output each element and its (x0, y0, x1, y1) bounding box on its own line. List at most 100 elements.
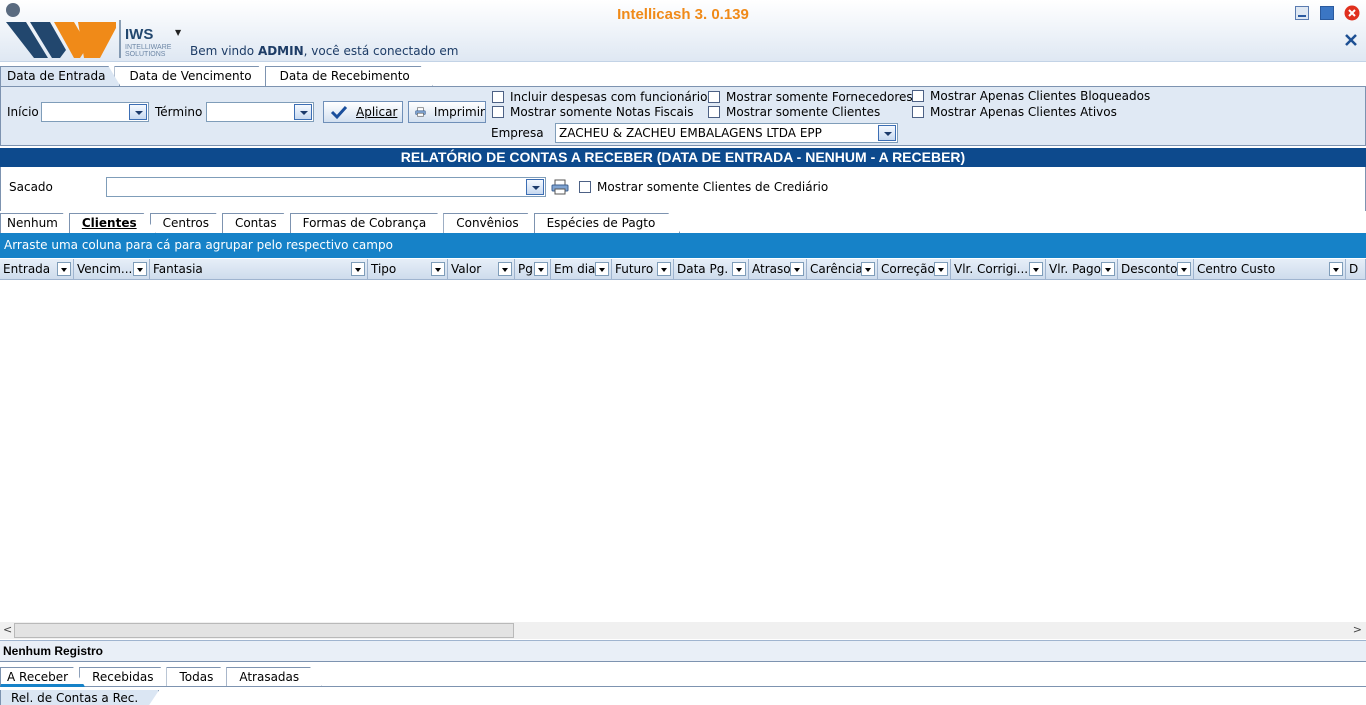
filter-panel: Início Término Aplicar Imprimir Incluir … (0, 86, 1366, 146)
minimize-icon[interactable] (1295, 6, 1309, 20)
column-header[interactable]: Entrada (0, 259, 74, 279)
column-header-label: Vencim... (77, 262, 133, 276)
horizontal-scrollbar[interactable]: < > (0, 622, 1366, 639)
column-header[interactable]: Carência (807, 259, 878, 279)
tab-clientes[interactable]: Clientes (69, 213, 156, 233)
filter-dropdown-icon[interactable] (431, 262, 445, 276)
tab-contas[interactable]: Contas (222, 213, 296, 233)
filter-dropdown-icon[interactable] (934, 262, 948, 276)
report-title: RELATÓRIO DE CONTAS A RECEBER (DATA DE E… (0, 148, 1366, 167)
group-by-panel[interactable]: Arraste uma coluna para cá para agrupar … (0, 233, 1366, 258)
column-header-label: Fantasia (153, 262, 203, 276)
chevron-right-icon[interactable]: > (1353, 623, 1362, 636)
filter-dropdown-icon[interactable] (790, 262, 804, 276)
chevron-down-icon[interactable] (878, 125, 896, 141)
status-tabs: A Receber Recebidas Todas Atrasadas (0, 665, 316, 687)
filter-dropdown-icon[interactable] (657, 262, 671, 276)
filter-dropdown-icon[interactable] (57, 262, 71, 276)
column-header[interactable]: Futuro (612, 259, 674, 279)
filter-dropdown-icon[interactable] (1177, 262, 1191, 276)
clientes-crediario-checkbox[interactable]: Mostrar somente Clientes de Crediário (579, 180, 828, 194)
tab-data-vencimento[interactable]: Data de Vencimento (114, 66, 270, 86)
column-header[interactable]: D (1346, 259, 1366, 279)
maximize-icon[interactable] (1320, 6, 1334, 20)
column-header-label: Tipo (371, 262, 397, 276)
grid-body[interactable] (0, 280, 1366, 622)
tab-especies-pagto[interactable]: Espécies de Pagto (534, 213, 681, 233)
brand-name: IWS (125, 26, 154, 43)
incluir-despesas-checkbox[interactable]: Incluir despesas com funcionários (492, 90, 714, 104)
filter-dropdown-icon[interactable] (732, 262, 746, 276)
printer-icon[interactable] (551, 179, 569, 195)
column-header[interactable]: Tipo (368, 259, 448, 279)
tab-nenhum[interactable]: Nenhum (0, 213, 75, 233)
column-header-label: Futuro (615, 262, 654, 276)
chevron-down-icon[interactable] (129, 104, 147, 120)
filter-dropdown-icon[interactable] (1329, 262, 1343, 276)
tab-data-entrada[interactable]: Data de Entrada (0, 66, 120, 86)
somente-notas-fiscais-checkbox[interactable]: Mostrar somente Notas Fiscais (492, 105, 693, 119)
tab-formas-cobranca[interactable]: Formas de Cobrança (290, 213, 450, 233)
filter-dropdown-icon[interactable] (133, 262, 147, 276)
imprimir-button[interactable]: Imprimir (408, 101, 486, 123)
column-header-label: Entrada (3, 262, 51, 276)
menu-caret-icon[interactable]: ▼ (175, 28, 181, 37)
sacado-label: Sacado (9, 180, 53, 194)
column-header[interactable]: Pg (515, 259, 551, 279)
column-header-label: Pg (518, 262, 533, 276)
sacado-panel: Sacado Mostrar somente Clientes de Credi… (0, 167, 1366, 211)
column-header-label: Carência (810, 262, 863, 276)
empresa-label: Empresa (491, 126, 544, 140)
empresa-select[interactable]: ZACHEU & ZACHEU EMBALAGENS LTDA EPP (555, 123, 898, 143)
clientes-bloqueados-checkbox[interactable]: Mostrar Apenas Clientes Bloqueados (912, 89, 1150, 103)
column-header-label: Desconto (1121, 262, 1178, 276)
filter-dropdown-icon[interactable] (534, 262, 548, 276)
tab-todas[interactable]: Todas (166, 667, 232, 687)
column-header[interactable]: Centro Custo (1194, 259, 1346, 279)
filter-dropdown-icon[interactable] (595, 262, 609, 276)
column-header[interactable]: Vlr. Corrigi... (951, 259, 1046, 279)
tab-rel-contas-rec[interactable]: Rel. de Contas a Rec. (0, 690, 159, 705)
column-header[interactable]: Vlr. Pago (1046, 259, 1118, 279)
close-icon[interactable] (1344, 5, 1360, 21)
termino-date-picker[interactable] (206, 102, 314, 122)
grid-header: Entrada Vencim... Fantasia Tipo Valor Pg Em di… (0, 259, 1366, 280)
inicio-date-picker[interactable] (41, 102, 149, 122)
tab-centros[interactable]: Centros (150, 213, 228, 233)
checkmark-icon (330, 105, 348, 120)
filter-dropdown-icon[interactable] (1101, 262, 1115, 276)
close-form-icon[interactable] (1344, 33, 1358, 47)
tab-data-recebimento[interactable]: Data de Recebimento (265, 66, 433, 86)
app-header: IWS INTELLIWARE SOLUTIONS ▼ Bem vindo ADM… (0, 0, 1366, 62)
column-header[interactable]: Fantasia (150, 259, 368, 279)
date-tabs: Data de Entrada Data de Vencimento Data … (0, 64, 427, 86)
column-header[interactable]: Vencim... (74, 259, 150, 279)
tab-recebidas[interactable]: Recebidas (79, 667, 172, 687)
column-header[interactable]: Data Pg. (674, 259, 749, 279)
column-header-label: D (1349, 262, 1359, 276)
scrollbar-thumb[interactable] (14, 623, 514, 638)
column-header[interactable]: Correção (878, 259, 951, 279)
brand-subtitle: INTELLIWARE SOLUTIONS (125, 44, 172, 58)
clientes-ativos-checkbox[interactable]: Mostrar Apenas Clientes Ativos (912, 105, 1117, 119)
column-header-label: Data Pg. (677, 262, 729, 276)
filter-dropdown-icon[interactable] (351, 262, 365, 276)
somente-fornecedores-checkbox[interactable]: Mostrar somente Fornecedores (708, 90, 913, 104)
aplicar-button[interactable]: Aplicar (323, 101, 403, 123)
chevron-down-icon[interactable] (526, 179, 544, 195)
column-header[interactable]: Atraso (749, 259, 807, 279)
filter-dropdown-icon[interactable] (498, 262, 512, 276)
filter-dropdown-icon[interactable] (1029, 262, 1043, 276)
tab-convenios[interactable]: Convênios (443, 213, 539, 233)
chevron-left-icon[interactable]: < (3, 623, 12, 636)
column-header-label: Valor (451, 262, 482, 276)
tab-atrasadas[interactable]: Atrasadas (226, 667, 322, 687)
column-header[interactable]: Desconto (1118, 259, 1194, 279)
filter-dropdown-icon[interactable] (861, 262, 875, 276)
column-header[interactable]: Em dia (551, 259, 612, 279)
sacado-select[interactable] (106, 177, 546, 197)
tab-a-receber[interactable]: A Receber (0, 667, 85, 687)
somente-clientes-checkbox[interactable]: Mostrar somente Clientes (708, 105, 880, 119)
chevron-down-icon[interactable] (294, 104, 312, 120)
column-header[interactable]: Valor (448, 259, 515, 279)
